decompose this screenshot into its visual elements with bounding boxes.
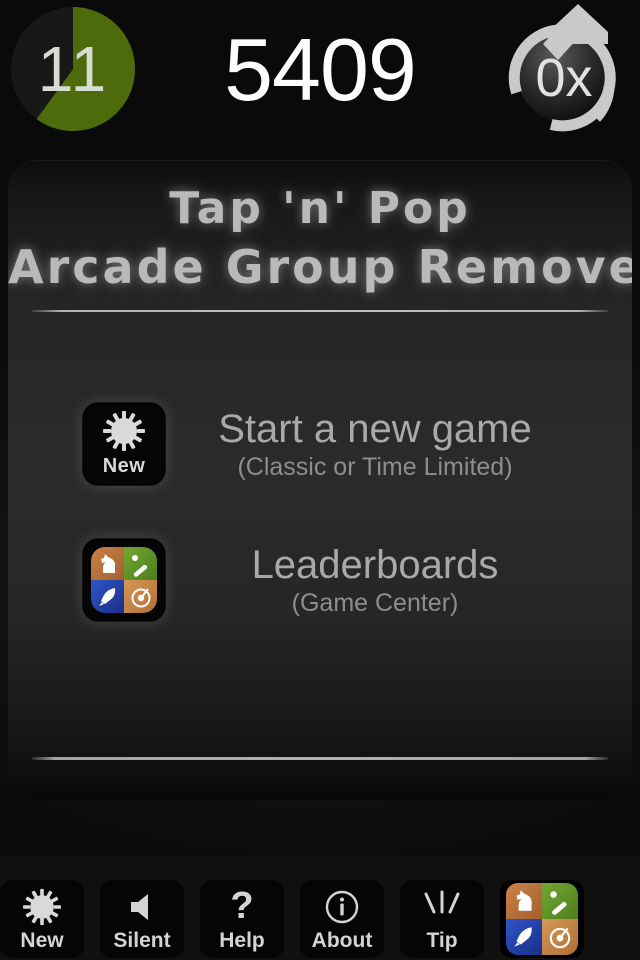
menu-item-leaderboards-subtitle: (Game Center)	[291, 588, 459, 617]
toolbar-label-new: New	[20, 928, 64, 952]
idea-rays-icon	[421, 886, 463, 928]
menu-item-leaderboards-title: Leaderboards	[251, 542, 499, 587]
gc-quadrant-rocket	[506, 918, 542, 955]
toolbar-button-game-center[interactable]	[500, 880, 584, 958]
toolbar-label-help: Help	[219, 928, 265, 952]
toolbar-label-about: About	[311, 928, 373, 952]
menu-list: New Start a new game (Classic or Time Li…	[8, 394, 632, 630]
gc-quadrant-target	[542, 918, 578, 955]
toolbar-label-silent: Silent	[113, 928, 171, 952]
rocket-icon	[98, 587, 115, 606]
main-menu-panel: Tap 'n' Pop Arcade Group Remove New Star…	[8, 160, 632, 800]
title-divider	[32, 310, 608, 312]
question-mark-icon: ?	[227, 886, 257, 928]
combo-value: 0x	[535, 48, 593, 108]
panel-bottom-divider	[32, 757, 608, 760]
title-line-2: Arcade Group Remove	[8, 240, 632, 294]
menu-item-new-game-subtitle: (Classic or Time Limited)	[237, 452, 513, 481]
toolbar-button-about[interactable]: About	[300, 880, 384, 958]
gc-quadrant-baseball	[124, 547, 157, 580]
starburst-new-icon[interactable]: New	[82, 402, 166, 486]
game-title: Tap 'n' Pop Arcade Group Remove	[8, 160, 632, 312]
menu-item-new-game-title: Start a new game	[218, 406, 532, 451]
speaker-muted-icon	[125, 886, 159, 928]
menu-item-new-game[interactable]: New Start a new game (Classic or Time Li…	[8, 394, 632, 494]
starburst-icon	[103, 411, 145, 451]
toolbar-button-new[interactable]: New	[0, 880, 84, 958]
gc-quadrant-rocket	[91, 580, 124, 613]
game-center-icon[interactable]	[82, 538, 166, 622]
toolbar-button-help[interactable]: ? Help	[200, 880, 284, 958]
gc-quadrant-chess	[91, 547, 124, 580]
new-icon-caption: New	[102, 455, 146, 477]
knight-chess-icon	[100, 553, 115, 573]
game-center-icon	[506, 882, 578, 955]
gc-quadrant-chess	[506, 882, 542, 919]
menu-item-leaderboards[interactable]: Leaderboards (Game Center)	[8, 530, 632, 630]
top-hud: 11 5409 0x	[0, 0, 640, 152]
starburst-icon	[22, 886, 62, 928]
bottom-toolbar: New Silent ? Help About Tip	[0, 856, 640, 960]
toolbar-button-tip[interactable]: Tip	[400, 880, 484, 958]
dartboard-icon	[131, 587, 150, 607]
baseball-bat-icon	[131, 554, 147, 577]
game-screen: 11 5409 0x Tap 'n' Pop Arcade Group Remo…	[0, 0, 640, 960]
menu-item-leaderboards-text[interactable]: Leaderboards (Game Center)	[166, 543, 632, 618]
info-circle-icon	[324, 886, 360, 928]
menu-item-new-game-text[interactable]: Start a new game (Classic or Time Limite…	[166, 407, 632, 482]
gc-quadrant-baseball	[542, 882, 578, 919]
toolbar-label-tip: Tip	[426, 928, 458, 952]
toolbar-button-silent[interactable]: Silent	[100, 880, 184, 958]
gc-quadrant-target	[124, 580, 157, 613]
combo-multiplier-indicator: 0x	[486, 0, 636, 148]
title-line-1: Tap 'n' Pop	[169, 183, 471, 234]
svg-text:?: ?	[230, 888, 253, 926]
